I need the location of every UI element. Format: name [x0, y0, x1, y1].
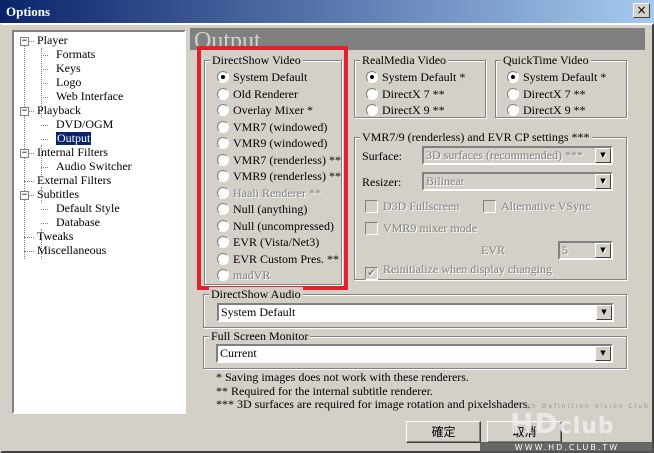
tree-item[interactable]: Playback: [37, 104, 81, 117]
tree-connector: [41, 167, 48, 168]
resizer-value: Bilinear: [426, 174, 465, 188]
checkbox-label: D3D Fullscreen: [383, 199, 460, 213]
collapse-icon[interactable]: −: [20, 149, 29, 158]
radio-icon: [366, 87, 378, 100]
evr-value: 5: [562, 243, 568, 257]
audio-value: System Default: [221, 305, 296, 319]
vmr9-mixer-checkbox[interactable]: VMR9 mixer mode: [365, 221, 477, 236]
tree-item[interactable]: Keys: [56, 62, 81, 75]
tree-connector: [24, 181, 34, 182]
collapse-icon[interactable]: −: [20, 37, 29, 46]
group-label: Full Screen Monitor: [209, 329, 311, 344]
tree-item[interactable]: DVD/OGM: [56, 118, 113, 131]
chevron-down-icon: ▼: [595, 148, 611, 163]
checkbox-label: VMR9 mixer mode: [383, 221, 477, 235]
tree-item[interactable]: Logo: [56, 76, 81, 89]
close-button[interactable]: ×: [633, 3, 650, 18]
tree-connector: [41, 139, 48, 140]
note-1: * Saving images does not work with these…: [216, 370, 469, 384]
collapse-icon[interactable]: −: [20, 191, 29, 200]
tree-connector: [41, 125, 48, 126]
group-label: DirectShow Audio: [209, 287, 303, 302]
resizer-select[interactable]: Bilinear ▼: [422, 172, 613, 191]
vmr-settings-group: VMR7/9 (renderless) and EVR CP settings …: [354, 130, 627, 280]
group-label: QuickTime Video: [501, 53, 591, 68]
radio-label: DirectX 7 **: [382, 86, 445, 101]
tree-item[interactable]: Audio Switcher: [56, 160, 132, 173]
radio-icon: [507, 104, 519, 116]
directshow-audio-group: DirectShow Audio System Default ▼: [203, 287, 627, 328]
radio-option[interactable]: System Default *: [366, 70, 465, 84]
chevron-down-icon: ▼: [595, 243, 611, 258]
tree-connector: [24, 237, 34, 238]
radio-icon: [366, 104, 378, 116]
chevron-down-icon: ▼: [595, 346, 611, 361]
tree-connector: [41, 97, 48, 98]
tree-item[interactable]: Output: [56, 132, 92, 145]
title-bar: Options: [0, 0, 654, 23]
radio-icon: [507, 71, 519, 83]
tree-connector: [41, 223, 48, 224]
tree-item[interactable]: Default Style: [56, 202, 120, 215]
tree-connector: [41, 83, 48, 84]
surface-select[interactable]: 3D surfaces (recommended) *** ▼: [422, 146, 613, 165]
radio-option[interactable]: DirectX 9 **: [366, 103, 445, 117]
tree-item[interactable]: Tweaks: [37, 230, 73, 243]
tree-item[interactable]: Player: [37, 34, 68, 47]
tree-item[interactable]: Miscellaneous: [37, 244, 106, 257]
surface-label: Surface:: [362, 149, 402, 163]
radio-option[interactable]: DirectX 7 **: [366, 87, 445, 101]
chevron-down-icon: ▼: [595, 174, 611, 189]
realmedia-group: RealMedia Video System Default * DirectX 7…: [354, 53, 486, 118]
chevron-down-icon: ▼: [596, 305, 612, 320]
tree-item[interactable]: Subtitles: [37, 188, 79, 201]
radio-label: DirectX 9 **: [382, 103, 445, 117]
radio-option[interactable]: DirectX 7 **: [507, 87, 586, 101]
radio-icon: [507, 87, 519, 100]
radio-icon: [366, 71, 378, 83]
radio-label: DirectX 9 **: [523, 103, 586, 117]
radio-label: DirectX 7 **: [523, 86, 586, 101]
surface-value: 3D surfaces (recommended) ***: [426, 148, 583, 162]
quicktime-group: QuickTime Video System Default * DirectX 7…: [495, 53, 627, 118]
checkbox-label: Reinitialize when display changing: [383, 262, 552, 276]
monitor-select[interactable]: Current ▼: [216, 344, 613, 363]
tree-item[interactable]: External Filters: [37, 174, 111, 187]
window-title: Options: [6, 4, 51, 19]
tree-item[interactable]: Web Interface: [56, 90, 123, 103]
monitor-value: Current: [220, 346, 257, 360]
tree-item[interactable]: Database: [56, 216, 100, 229]
radio-label: System Default *: [523, 70, 607, 84]
radio-option[interactable]: System Default *: [507, 70, 606, 84]
audio-renderer-select[interactable]: System Default ▼: [217, 303, 614, 322]
tree-connector: [24, 251, 34, 252]
full-screen-monitor-group: Full Screen Monitor Current ▼: [203, 329, 627, 369]
evr-select[interactable]: 5 ▼: [558, 241, 613, 260]
evr-label: EVR: [481, 243, 505, 257]
options-tree[interactable]: Player − Formats Keys Logo Web Interface Playb…: [12, 30, 186, 414]
group-label: VMR7/9 (renderless) and EVR CP settings …: [360, 130, 592, 145]
collapse-icon[interactable]: −: [20, 107, 29, 116]
tree-connector: [41, 55, 48, 56]
reinitialize-checkbox[interactable]: ✔ Reinitialize when display changing: [365, 262, 552, 280]
d3d-fullscreen-checkbox[interactable]: D3D Fullscreen: [365, 199, 459, 214]
radio-label: System Default *: [382, 70, 466, 84]
highlight-box: [197, 46, 348, 290]
group-label: RealMedia Video: [360, 53, 449, 68]
checkbox-label: Alternative VSync: [501, 199, 591, 213]
resizer-label: Resizer:: [362, 175, 402, 189]
tree-item[interactable]: Formats: [56, 48, 95, 61]
tree-connector: [41, 69, 48, 70]
ok-button[interactable]: 確定: [406, 421, 481, 443]
tree-item[interactable]: Internal Filters: [37, 146, 108, 159]
tree-connector: [41, 209, 48, 210]
watermark-logo: High Definition Vision Club HDclub WWW.H…: [480, 403, 654, 453]
radio-option[interactable]: DirectX 9 **: [507, 103, 586, 117]
alternative-vsync-checkbox[interactable]: Alternative VSync: [483, 199, 590, 214]
